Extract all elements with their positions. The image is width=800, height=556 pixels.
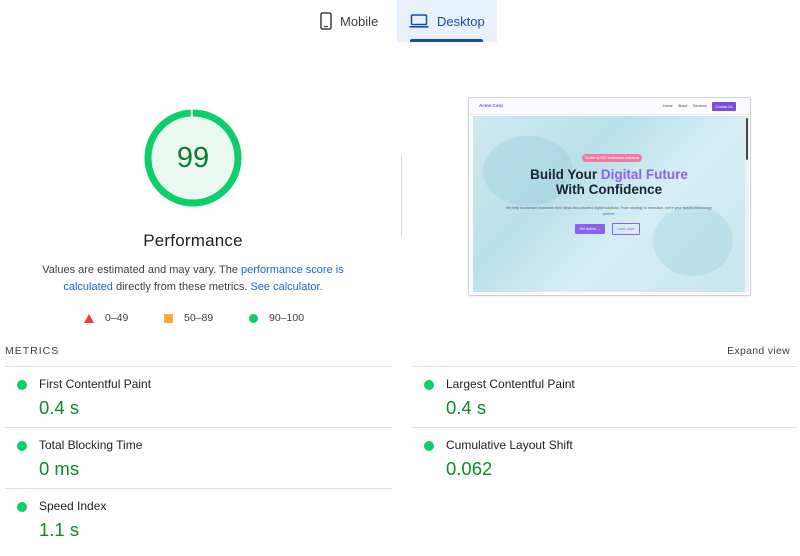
description-prefix: Values are estimated and may vary. The (42, 264, 241, 276)
metric-label: Speed Index (39, 499, 107, 513)
tab-mobile[interactable]: Mobile (312, 0, 396, 42)
performance-gauge: 99 (143, 108, 243, 208)
orange-square-icon (164, 313, 173, 323)
thumb-navbar: Acme Corp Home About Services Contact Us (469, 98, 750, 115)
expand-view-button[interactable]: Expand view (727, 345, 790, 357)
device-tabs: Mobile Desktop (0, 0, 800, 42)
tab-desktop-label: Desktop (437, 13, 485, 29)
metric-label: Cumulative Layout Shift (446, 438, 573, 452)
red-triangle-icon (84, 313, 94, 323)
performance-score: 99 (176, 141, 210, 174)
thumb-primary-button: Get started → (575, 224, 605, 234)
laptop-icon (409, 14, 429, 28)
thumb-badge: Trusted by 500+ businesses worldwide (582, 154, 642, 162)
smartphone-icon (320, 12, 332, 30)
thumb-headline-accent: Digital Future (600, 167, 688, 182)
row-divider (5, 366, 392, 367)
row-divider (412, 427, 797, 428)
metrics-header: METRICS (5, 345, 60, 357)
metric-label: First Contentful Paint (39, 377, 152, 391)
metric-largest-contentful-paint: Largest Contentful Paint 0.4 s (412, 368, 792, 428)
row-divider (412, 366, 797, 367)
pass-circle-icon (17, 502, 27, 512)
selected-tab-indicator (410, 39, 483, 42)
thumb-nav-link: Services (693, 104, 707, 108)
performance-description: Values are estimated and may vary. The p… (40, 262, 346, 296)
thumb-subtext: We help businesses transform their ideas… (505, 206, 713, 216)
green-circle-icon (249, 313, 258, 323)
metric-value: 0.062 (446, 458, 493, 479)
metric-first-contentful-paint: First Contentful Paint 0.4 s (5, 368, 385, 428)
vertical-divider (401, 155, 402, 237)
legend-fail: 0–49 (84, 312, 128, 324)
thumb-headline-part2: With Confidence (555, 182, 663, 197)
row-divider (5, 488, 392, 489)
row-divider (5, 427, 392, 428)
thumb-headline: Build Your Digital Future With Confidenc… (473, 167, 745, 197)
metric-label: Total Blocking Time (39, 438, 143, 452)
metric-speed-index: Speed Index 1.1 s (5, 490, 385, 550)
performance-title: Performance (143, 231, 243, 250)
metric-cumulative-layout-shift: Cumulative Layout Shift 0.062 (412, 429, 792, 489)
final-screenshot: Acme Corp Home About Services Contact Us… (468, 97, 751, 296)
thumb-nav-link: About (678, 104, 688, 108)
thumb-scrollbar-thumb (746, 118, 748, 160)
thumb-nav-link: Home (663, 104, 673, 108)
thumb-headline-part1: Build Your (530, 167, 601, 182)
pass-circle-icon (424, 441, 434, 451)
tab-mobile-label: Mobile (340, 13, 379, 29)
metric-value: 1.1 s (39, 519, 80, 540)
metric-value: 0.4 s (39, 397, 80, 418)
thumb-cta-button: Contact Us (712, 102, 736, 111)
description-mid: directly from these metrics. (112, 281, 251, 293)
tab-desktop[interactable]: Desktop (397, 0, 497, 42)
calculator-link[interactable]: See calculator. (250, 281, 322, 293)
legend-average-label: 50–89 (184, 312, 214, 324)
legend-fail-label: 0–49 (105, 312, 129, 324)
thumb-secondary-button: Learn more (612, 223, 640, 235)
pass-circle-icon (17, 380, 27, 390)
thumb-logo: Acme Corp (479, 103, 504, 108)
pass-circle-icon (424, 380, 434, 390)
metric-label: Largest Contentful Paint (446, 377, 575, 391)
metric-total-blocking-time: Total Blocking Time 0 ms (5, 429, 385, 489)
legend-pass-label: 90–100 (269, 312, 305, 324)
metric-value: 0.4 s (446, 397, 487, 418)
thumb-hero: Trusted by 500+ businesses worldwide Bui… (473, 116, 745, 292)
score-legend: 0–49 50–89 90–100 (0, 312, 386, 328)
pass-circle-icon (17, 441, 27, 451)
legend-pass: 90–100 (249, 312, 304, 324)
legend-average: 50–89 (164, 312, 213, 324)
metric-value: 0 ms (39, 458, 80, 479)
